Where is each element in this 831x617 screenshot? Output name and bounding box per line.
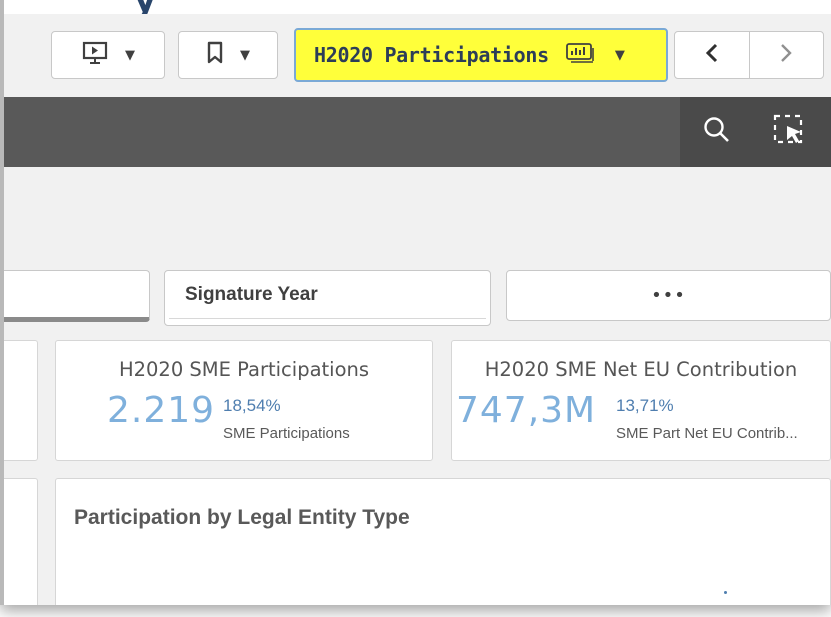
kpi-title: H2020 SME Net EU Contribution: [484, 358, 798, 381]
filter-pane: Signature Year •••: [4, 270, 831, 326]
bookmark-icon: [206, 41, 224, 69]
present-icon: [81, 40, 109, 70]
kpi-title: H2020 SME Participations: [118, 358, 370, 381]
kpi-card-partial: [4, 340, 38, 461]
filter-box-partial[interactable]: [4, 270, 150, 322]
app-window: y ▼ ▼ H2020 Participations ▼ Signature Y…: [0, 0, 831, 605]
legal-entity-chart[interactable]: Participation by Legal Entity Type: [55, 478, 831, 605]
kpi-percent: 18,54%: [223, 396, 281, 415]
signature-year-filter[interactable]: Signature Year: [164, 270, 491, 326]
chart-title: Participation by Legal Entity Type: [74, 506, 410, 529]
kpi-sub-label: SME Participations: [223, 425, 350, 442]
sheet-selector[interactable]: H2020 Participations ▼: [294, 28, 668, 82]
chevron-down-icon: ▼: [240, 47, 250, 63]
kpi-value: 747,3M: [456, 390, 597, 431]
selection-tool-icon[interactable]: [772, 113, 806, 151]
kpi-value: 2.219: [107, 390, 216, 431]
chart-panel-partial: [4, 478, 38, 605]
previous-sheet-button[interactable]: [675, 32, 749, 78]
bookmarks-menu-button[interactable]: ▼: [178, 31, 278, 79]
toolbar: ▼ ▼ H2020 Participations ▼: [4, 14, 831, 97]
search-icon[interactable]: [702, 115, 732, 149]
kpi-percent: 13,71%: [616, 396, 674, 415]
present-menu-button[interactable]: ▼: [51, 31, 165, 79]
kpi-sme-participations[interactable]: H2020 SME Participations 2.219 18,54% SM…: [55, 340, 433, 461]
sheet-chart-icon: [565, 42, 595, 68]
chevron-left-icon: [704, 42, 720, 68]
sheet-navigation: [674, 31, 824, 79]
top-strip: y: [4, 0, 831, 20]
chevron-down-icon: ▼: [614, 47, 625, 63]
more-filters-button[interactable]: •••: [506, 270, 831, 321]
selections-bar: [4, 97, 831, 167]
divider: [169, 318, 486, 319]
selections-actions: [680, 97, 831, 167]
filter-label: Signature Year: [185, 284, 318, 305]
sheet-title: H2020 Participations: [314, 43, 549, 67]
kpi-sub-label: SME Part Net EU Contrib...: [616, 425, 798, 442]
chevron-right-icon: [778, 42, 794, 68]
chart-point: [724, 591, 727, 594]
next-sheet-button[interactable]: [748, 32, 824, 78]
chevron-down-icon: ▼: [125, 47, 135, 63]
kpi-sme-net-eu-contribution[interactable]: H2020 SME Net EU Contribution 747,3M 13,…: [451, 340, 831, 461]
